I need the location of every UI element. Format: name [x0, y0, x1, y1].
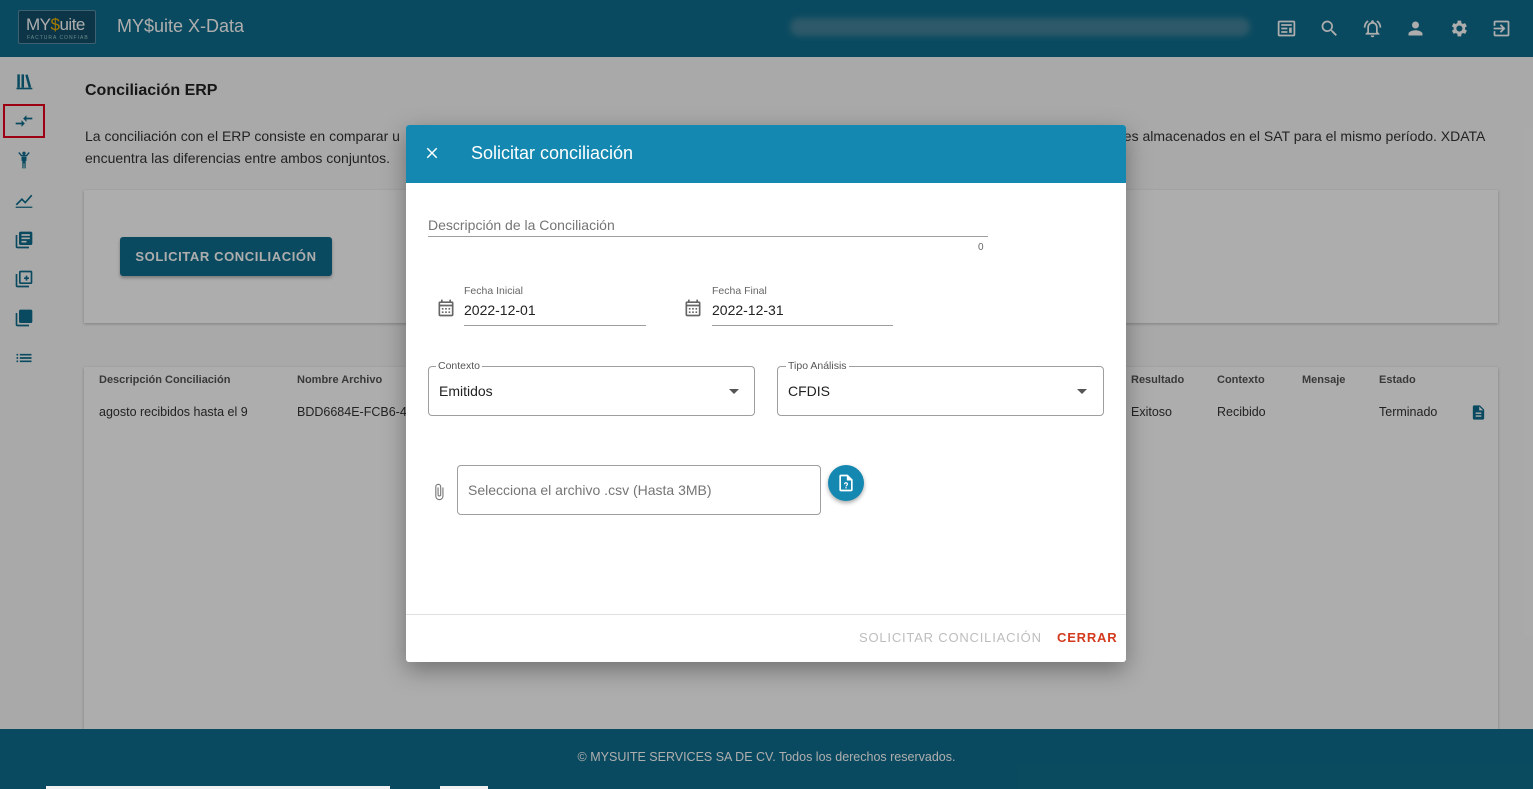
dialog-title: Solicitar conciliación [471, 143, 634, 163]
start-date-field[interactable]: 2022-12-01 [464, 302, 536, 318]
file-input-placeholder: Selecciona el archivo .csv (Hasta 3MB) [468, 482, 712, 498]
start-date-underline [464, 325, 646, 326]
file-help-button[interactable] [828, 465, 864, 501]
submit-reconciliation-button[interactable]: SOLICITAR CONCILIACIÓN [859, 630, 1042, 645]
dialog-divider [406, 614, 1126, 615]
character-counter: 0 [978, 242, 984, 253]
end-date-field[interactable]: 2022-12-31 [712, 302, 784, 318]
close-icon[interactable] [421, 142, 443, 164]
chevron-down-icon[interactable] [729, 389, 739, 394]
end-date-underline [712, 325, 893, 326]
close-dialog-button[interactable]: CERRAR [1057, 630, 1117, 645]
calendar-icon[interactable] [436, 298, 456, 318]
request-reconciliation-dialog: Solicitar conciliación 0 Fecha Inicial 2… [406, 125, 1126, 662]
context-value: Emitidos [439, 383, 493, 399]
top-bar-dim [0, 0, 1533, 57]
analysis-type-label: Tipo Análisis [786, 360, 849, 372]
calendar-icon[interactable] [683, 298, 703, 318]
context-label: Contexto [436, 360, 483, 372]
attachment-icon [430, 481, 448, 503]
analysis-type-value: CFDIS [788, 383, 830, 399]
description-input[interactable] [428, 213, 988, 237]
dialog-header: Solicitar conciliación [406, 125, 1126, 183]
start-date-label: Fecha Inicial [464, 285, 523, 297]
chevron-down-icon[interactable] [1077, 389, 1087, 394]
file-question-icon [839, 474, 853, 492]
end-date-label: Fecha Final [712, 285, 767, 297]
